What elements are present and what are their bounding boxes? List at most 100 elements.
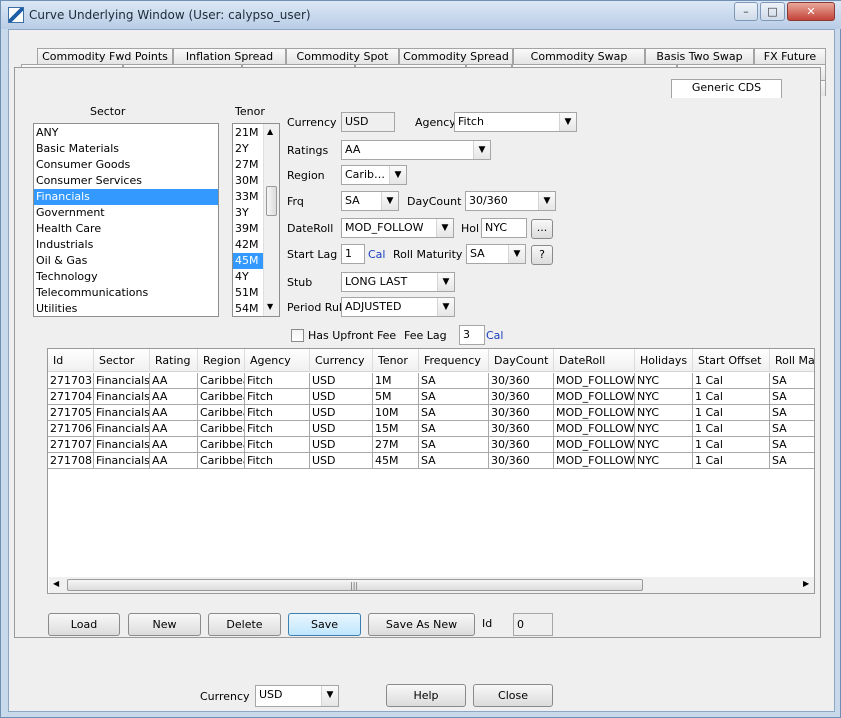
column-header[interactable]: Tenor [373,349,419,372]
tab-commodity-fwd-points[interactable]: Commodity Fwd Points [37,48,173,64]
chevron-down-icon[interactable]: ▼ [389,166,406,184]
help-button[interactable]: Help [386,684,466,707]
agency-select[interactable]: Fitch ▼ [454,112,577,132]
arrow-left-icon[interactable]: ◀ [53,579,59,588]
table-row[interactable]: 271705FinancialsAACaribbeanFitchUSD10MSA… [48,405,814,421]
upfront-fee-checkbox[interactable] [291,329,304,342]
chevron-down-icon[interactable]: ▼ [538,192,555,210]
table-cell: Caribbean [198,373,245,389]
arrow-up-icon[interactable]: ▲ [267,127,273,136]
fee-lag-field[interactable]: 3 [459,325,485,345]
maximize-button[interactable]: □ [760,2,785,21]
table-row[interactable]: 271704FinancialsAACaribbeanFitchUSD5MSA3… [48,389,814,405]
list-item[interactable]: Consumer Goods [34,157,218,173]
tenor-scrollbar[interactable]: ▲ ▼ [263,124,279,316]
dateroll-select[interactable]: MOD_FOLLOW ▼ [341,218,454,238]
region-select[interactable]: Carib… ▼ [341,165,407,185]
scroll-thumb[interactable]: ||| [67,579,643,591]
sector-list[interactable]: ANY Basic Materials Consumer Goods Consumer… [33,123,219,317]
daycount-select[interactable]: 30/360 ▼ [465,191,556,211]
tab-inflation-spread[interactable]: Inflation Spread [173,48,286,64]
roll-maturity-select[interactable]: SA ▼ [466,244,526,264]
list-item[interactable]: Technology [34,269,218,285]
chevron-down-icon[interactable]: ▼ [559,113,576,131]
chevron-down-icon[interactable]: ▼ [473,141,490,159]
tab-commodity-spot[interactable]: Commodity Spot [286,48,399,64]
ratings-value: AA [345,143,361,156]
scroll-thumb[interactable] [266,186,277,216]
tab-generic-cds[interactable]: Generic CDS [671,79,782,98]
close-button[interactable]: Close [473,684,553,707]
column-header[interactable]: DateRoll [554,349,635,372]
list-item[interactable]: Health Care [34,221,218,237]
ratings-select[interactable]: AA ▼ [341,140,491,160]
arrow-down-icon[interactable]: ▼ [267,302,273,311]
table-row[interactable]: 271706FinancialsAACaribbeanFitchUSD15MSA… [48,421,814,437]
frq-select[interactable]: SA ▼ [341,191,399,211]
footer-currency-label: Currency [200,690,250,703]
list-item[interactable]: Government [34,205,218,221]
column-header[interactable]: Currency [310,349,373,372]
table-row[interactable]: 271703FinancialsAACaribbeanFitchUSD1MSA3… [48,373,814,389]
horizontal-scrollbar[interactable]: ◀ ||| ▶ [49,577,814,593]
list-item[interactable]: ANY [34,125,218,141]
table-row[interactable]: 271708FinancialsAACaribbeanFitchUSD45MSA… [48,453,814,469]
column-header[interactable]: Frequency [419,349,489,372]
stub-select[interactable]: LONG LAST ▼ [341,272,455,292]
start-lag-field[interactable]: 1 [341,244,365,264]
region-label: Region [287,169,325,182]
chevron-down-icon[interactable]: ▼ [321,686,338,706]
close-window-button[interactable]: ✕ [787,2,835,21]
table-cell: Fitch [245,389,310,405]
save-button[interactable]: Save [288,613,361,636]
table-cell: 30/360 [489,373,554,389]
list-item[interactable]: Industrials [34,237,218,253]
arrow-right-icon[interactable]: ▶ [803,579,809,588]
table-cell: 30/360 [489,389,554,405]
title-bar[interactable]: Curve Underlying Window (User: calypso_u… [1,1,841,29]
column-header[interactable]: Holidays [635,349,693,372]
footer-currency-select[interactable]: USD ▼ [255,685,339,707]
column-header[interactable]: Agency [245,349,310,372]
list-item[interactable]: Telecommunications [34,285,218,301]
tab-basis-two-swap[interactable]: Basis Two Swap [645,48,754,64]
new-button[interactable]: New [128,613,201,636]
list-item[interactable]: Financials [34,189,218,205]
list-item[interactable]: Consumer Services [34,173,218,189]
help-question-button[interactable]: ? [531,245,553,265]
chevron-down-icon[interactable]: ▼ [508,245,525,263]
table-cell: USD [310,389,373,405]
list-item[interactable]: Utilities [34,301,218,316]
tab-commodity-swap[interactable]: Commodity Swap [513,48,645,64]
load-button[interactable]: Load [48,613,120,636]
agency-label: Agency [415,116,456,129]
currency-field: USD [341,112,395,132]
column-header[interactable]: Id [48,349,94,372]
delete-button[interactable]: Delete [208,613,281,636]
column-header[interactable]: Roll Matu [770,349,814,372]
list-item[interactable]: Oil & Gas [34,253,218,269]
column-header[interactable]: DayCount [489,349,554,372]
period-rule-select[interactable]: ADJUSTED ▼ [341,297,455,317]
list-item[interactable]: Basic Materials [34,141,218,157]
holiday-picker-button[interactable]: ... [531,219,553,239]
tenor-list[interactable]: 21M 2Y 27M 30M 33M 3Y 39M 42M 45M 4Y 51M 54M ▲ ▼ [232,123,280,317]
chevron-down-icon[interactable]: ▼ [437,298,454,316]
table-row[interactable]: 271707FinancialsAACaribbeanFitchUSD27MSA… [48,437,814,453]
minimize-button[interactable]: – [734,2,758,21]
table-cell: NYC [635,373,693,389]
table-cell: AA [150,453,198,469]
chevron-down-icon[interactable]: ▼ [437,273,454,291]
column-header[interactable]: Region [198,349,245,372]
table-cell: 271703 [48,373,94,389]
holiday-field[interactable]: NYC [481,218,527,238]
chevron-down-icon[interactable]: ▼ [381,192,398,210]
tab-commodity-spread[interactable]: Commodity Spread [399,48,513,64]
column-header[interactable]: Rating [150,349,198,372]
tab-fx-future[interactable]: FX Future [754,48,826,64]
chevron-down-icon[interactable]: ▼ [436,219,453,237]
application-window: Curve Underlying Window (User: calypso_u… [0,0,841,718]
column-header[interactable]: Start Offset [693,349,770,372]
column-header[interactable]: Sector [94,349,150,372]
save-as-new-button[interactable]: Save As New [368,613,475,636]
